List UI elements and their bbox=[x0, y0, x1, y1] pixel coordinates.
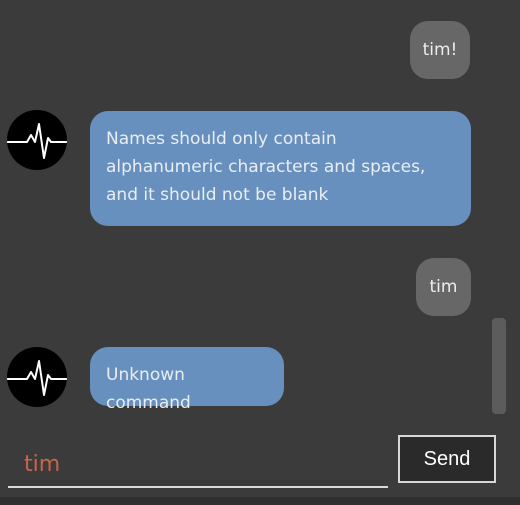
bot-avatar bbox=[7, 110, 67, 170]
heartbeat-pulse-icon bbox=[7, 123, 67, 159]
message-list[interactable]: tim! Names should only contain alphanume… bbox=[0, 0, 520, 425]
bot-message-bubble: Names should only contain alphanumeric c… bbox=[90, 111, 471, 226]
user-message-text: tim! bbox=[422, 40, 458, 60]
chat-window: tim! Names should only contain alphanume… bbox=[0, 0, 520, 505]
bot-message-text: Names should only contain alphanumeric c… bbox=[106, 129, 426, 205]
user-message-bubble: tim! bbox=[410, 21, 470, 79]
user-message-bubble: tim bbox=[416, 258, 471, 316]
bot-avatar bbox=[7, 347, 67, 407]
bot-message-text: Unknown command bbox=[106, 365, 191, 413]
message-input[interactable] bbox=[24, 444, 384, 484]
bot-message-bubble: Unknown command bbox=[90, 347, 284, 413]
user-message-text: tim bbox=[429, 277, 458, 297]
heartbeat-pulse-icon bbox=[7, 360, 67, 396]
window-bottom-edge bbox=[0, 497, 520, 505]
message-input-container bbox=[8, 438, 388, 488]
send-button[interactable]: Send bbox=[398, 435, 496, 483]
chat-scrollbar-thumb[interactable] bbox=[492, 318, 506, 414]
